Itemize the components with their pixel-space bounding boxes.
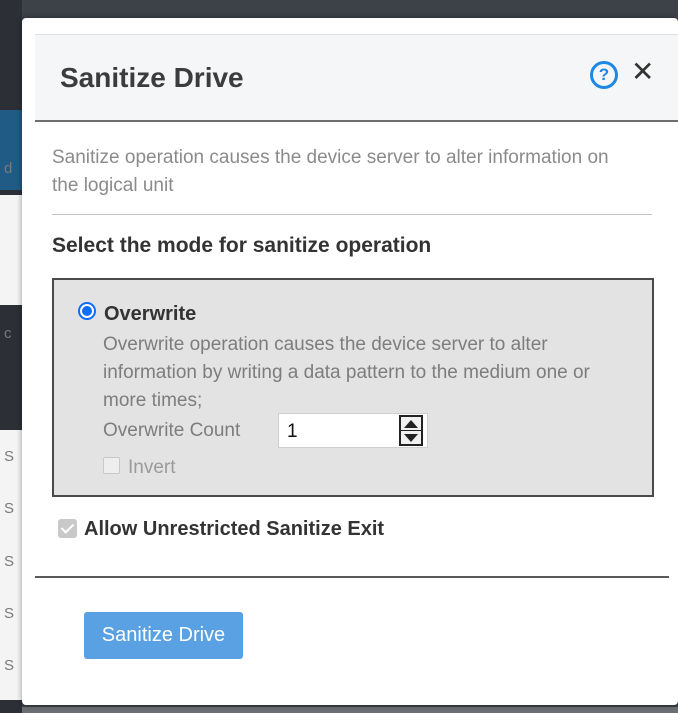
unrestricted-exit-checkbox[interactable] [58,519,77,538]
overwrite-label[interactable]: Overwrite [104,303,196,326]
background-glyph: d [4,160,13,177]
overwrite-count-label: Overwrite Count [103,420,241,441]
close-icon[interactable]: ✕ [631,57,654,87]
invert-checkbox[interactable] [103,457,120,474]
spinner-down-icon[interactable] [401,431,421,444]
overwrite-count-value[interactable]: 1 [287,421,298,443]
mode-option-overwrite: Overwrite Overwrite operation causes the… [52,278,654,497]
count-spinner[interactable] [399,415,423,446]
divider [52,214,652,215]
background-glyph: S [4,657,15,674]
unrestricted-exit-label[interactable]: Allow Unrestricted Sanitize Exit [84,518,384,541]
background-glyph: S [4,448,15,465]
overwrite-count-input[interactable]: 1 [278,413,428,448]
invert-label[interactable]: Invert [128,457,176,479]
footer-divider [35,576,669,578]
dialog-header: Sanitize Drive ? ✕ [35,34,678,122]
dialog-description: Sanitize operation causes the device ser… [52,147,609,196]
background-header-band [0,110,22,190]
dialog-title: Sanitize Drive [60,62,244,93]
background-glyph: S [4,500,15,517]
sanitize-drive-button[interactable]: Sanitize Drive [84,612,243,659]
background-glyph: c [4,325,12,342]
background-app: d c S S S S S [0,0,22,713]
spinner-up-icon[interactable] [401,417,421,431]
background-row [0,195,22,305]
overwrite-description: Overwrite operation causes the device se… [103,334,590,411]
background-table-edge [22,707,678,713]
background-glyph: S [4,553,15,570]
overwrite-radio[interactable] [78,302,96,320]
help-icon[interactable]: ? [590,61,618,89]
section-title: Select the mode for sanitize operation [52,234,432,257]
background-glyph: S [4,605,15,622]
sanitize-drive-dialog: Sanitize Drive ? ✕ Sanitize operation ca… [22,18,678,705]
